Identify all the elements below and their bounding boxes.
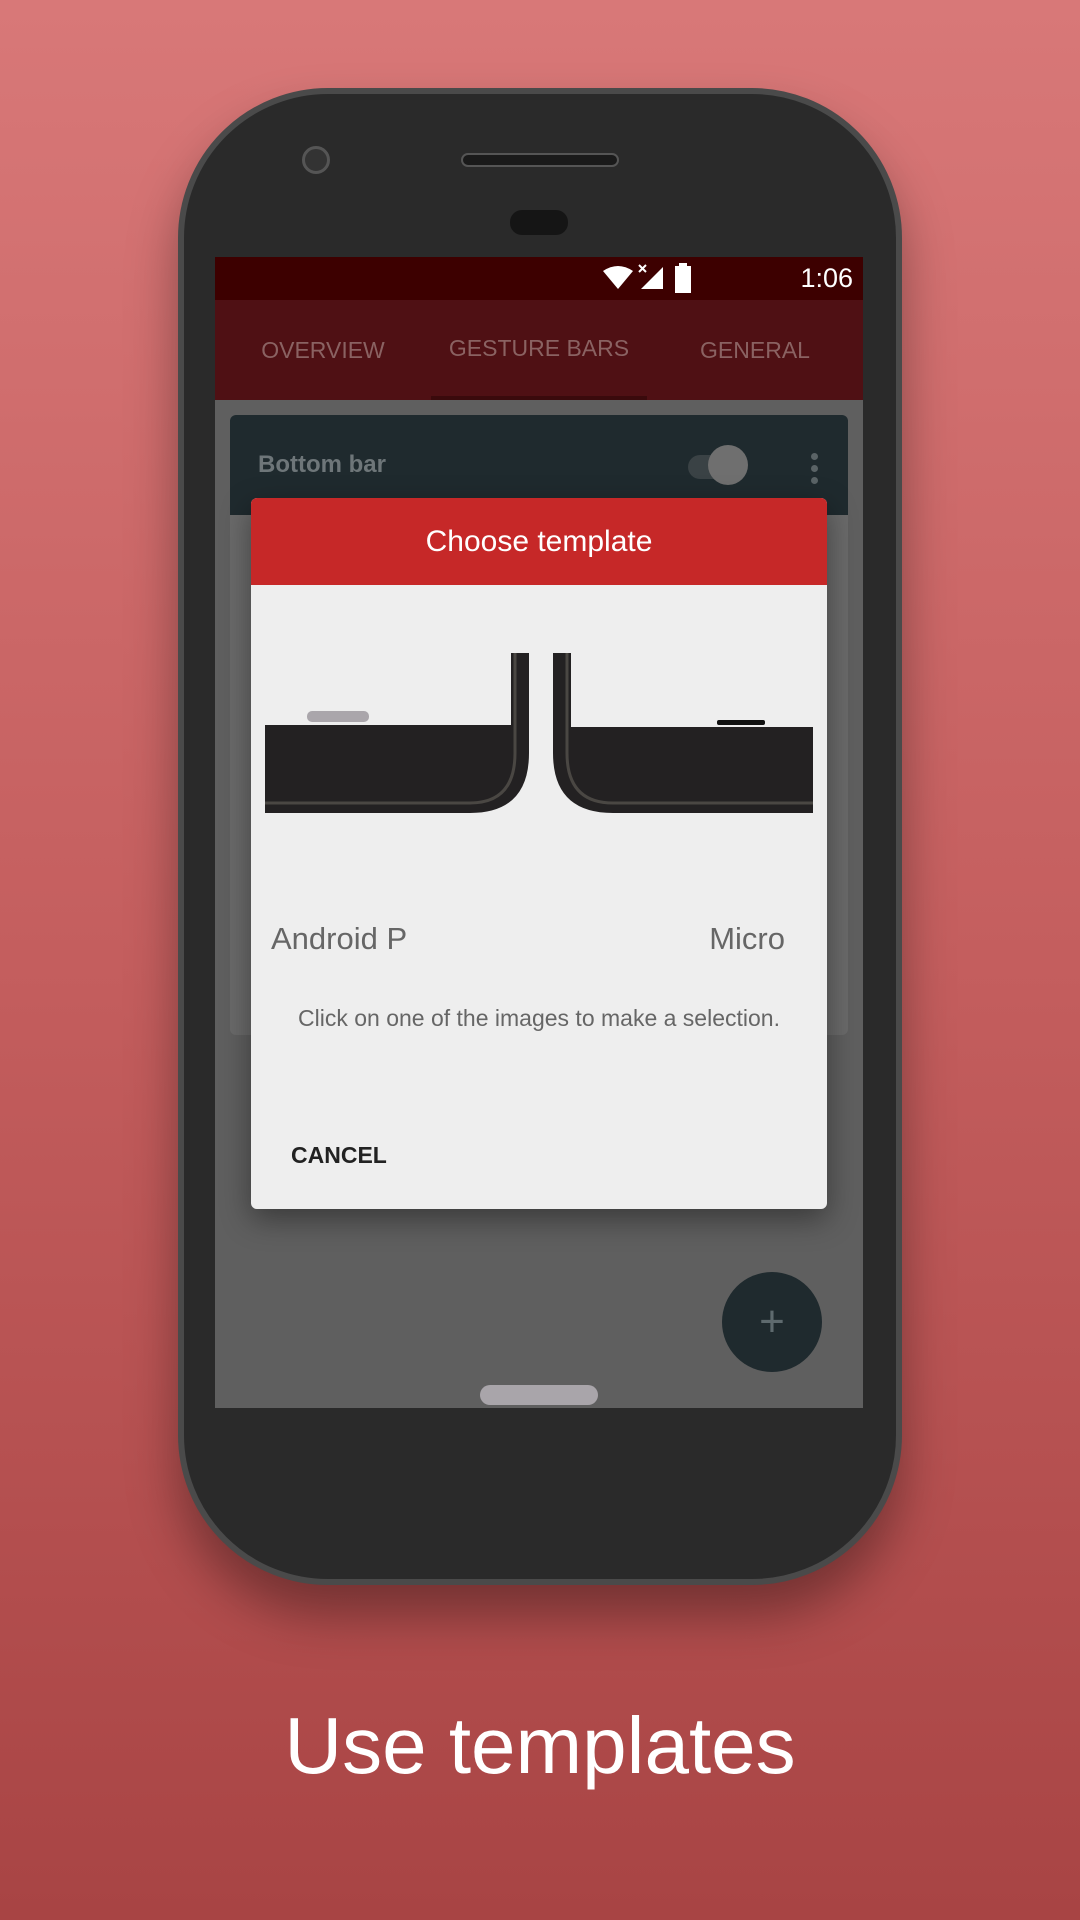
template-label-android-p[interactable]: Android P: [271, 921, 407, 957]
cancel-button[interactable]: CANCEL: [287, 1138, 391, 1173]
wifi-icon: [603, 266, 633, 289]
toggle-knob[interactable]: [708, 445, 748, 485]
more-options-icon-dot: [811, 477, 818, 484]
camera-icon: [302, 146, 330, 174]
add-button[interactable]: +: [722, 1272, 822, 1372]
dialog-message: Click on one of the images to make a sel…: [298, 1005, 780, 1031]
tab-gesture-bars[interactable]: GESTURE BARS: [431, 300, 647, 400]
more-options-icon-dot: [811, 465, 818, 472]
card-title: Bottom bar: [258, 451, 386, 478]
tab-overview[interactable]: OVERVIEW: [215, 300, 431, 400]
signal-no-data-icon: [638, 264, 663, 289]
tab-general[interactable]: GENERAL: [647, 300, 863, 400]
sensor: [510, 210, 568, 235]
speaker-grille: [461, 153, 619, 167]
status-time: 1:06: [800, 263, 853, 293]
template-label-micro[interactable]: Micro: [709, 921, 785, 957]
more-options-icon[interactable]: [811, 453, 818, 460]
template-android-p-image[interactable]: [265, 653, 530, 825]
choose-template-dialog: Choose template Android P Micro Click on…: [251, 498, 827, 1209]
dialog-title: Choose template: [251, 498, 827, 585]
battery-icon: [675, 263, 691, 293]
template-micro-image[interactable]: [553, 653, 813, 825]
tab-bar: OVERVIEW GESTURE BARS GENERAL: [215, 300, 863, 400]
home-gesture-pill[interactable]: [480, 1385, 598, 1405]
caption: Use templates: [284, 1701, 796, 1790]
status-bar: 1:06: [215, 257, 863, 300]
